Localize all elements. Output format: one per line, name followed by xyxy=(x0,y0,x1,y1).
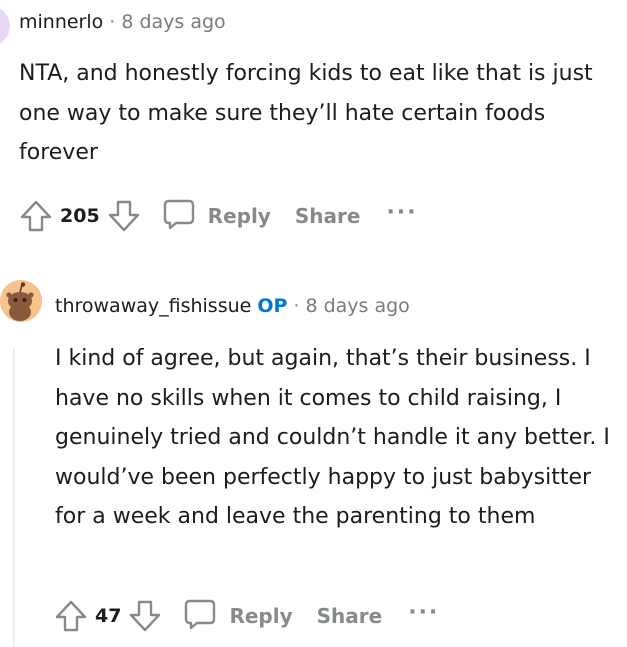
reply-label: Reply xyxy=(207,204,271,228)
share-button[interactable]: Share xyxy=(317,604,383,628)
username[interactable]: minnerlo xyxy=(19,11,103,33)
comment-actions: 205 Reply Share ··· xyxy=(18,196,418,236)
upvote-icon[interactable] xyxy=(53,598,89,634)
reply-label: Reply xyxy=(229,604,293,628)
comment-actions: 47 Reply Share ··· xyxy=(53,596,439,636)
separator-dot: · xyxy=(109,11,116,33)
timestamp[interactable]: 8 days ago xyxy=(121,11,225,33)
speech-bubble-icon xyxy=(162,197,196,236)
share-button[interactable]: Share xyxy=(295,204,361,228)
comment-body: NTA, and honestly forcing kids to eat li… xyxy=(19,61,593,165)
ellipsis-icon[interactable]: ··· xyxy=(408,600,439,625)
thread-line[interactable] xyxy=(13,348,15,647)
comment-meta: minnerlo · 8 days ago xyxy=(19,10,226,34)
comment: minnerlo · 8 days ago NTA, and honestly fo… xyxy=(0,0,627,250)
username[interactable]: throwaway_fishissue xyxy=(55,295,251,317)
snoo-avatar-icon[interactable] xyxy=(0,280,42,322)
avatar[interactable] xyxy=(0,6,10,46)
downvote-icon[interactable] xyxy=(127,598,163,634)
downvote-icon[interactable] xyxy=(106,198,142,234)
comment-body: I kind of agree, but again, that’s their… xyxy=(55,346,610,529)
reply-button[interactable]: Reply xyxy=(183,597,293,636)
comment: throwaway_fishissue OP · 8 days ago I kind … xyxy=(0,280,627,647)
vote-score: 205 xyxy=(60,205,100,227)
separator-dot: · xyxy=(293,295,300,317)
timestamp[interactable]: 8 days ago xyxy=(305,295,409,317)
comment-meta: throwaway_fishissue OP · 8 days ago xyxy=(55,294,410,318)
ellipsis-icon[interactable]: ··· xyxy=(386,200,417,225)
upvote-icon[interactable] xyxy=(18,198,54,234)
reply-button[interactable]: Reply xyxy=(162,197,271,236)
vote-score: 47 xyxy=(95,605,122,627)
speech-bubble-icon xyxy=(183,597,217,636)
op-badge: OP xyxy=(257,295,288,317)
